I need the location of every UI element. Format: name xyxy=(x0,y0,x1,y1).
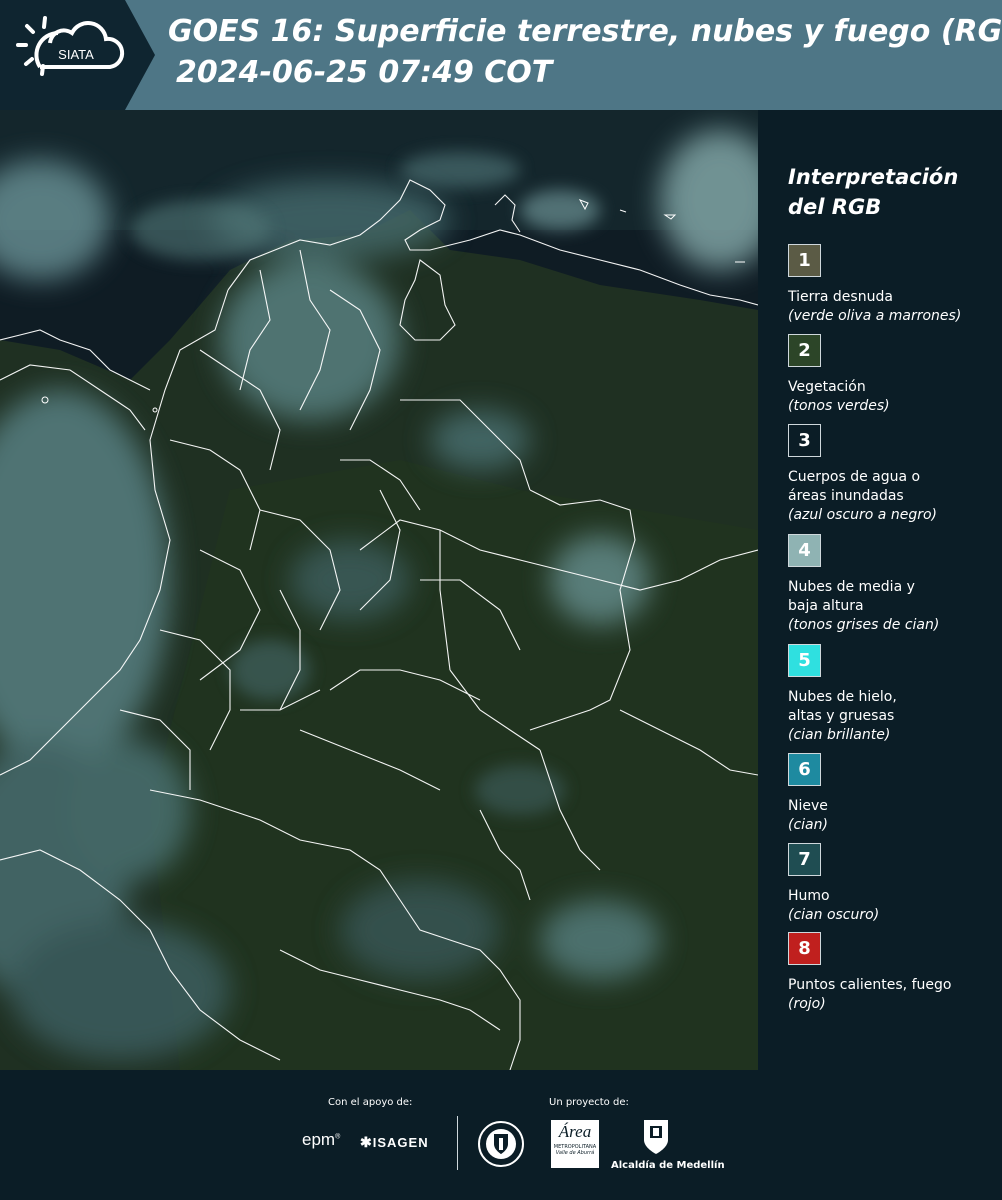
legend-item-6: 6 Nieve (cian) xyxy=(788,753,998,835)
epm-logo: epm® xyxy=(302,1130,341,1149)
legend-label: Nieve xyxy=(788,798,828,814)
legend-label: Nubes de hielo, altas y gruesas xyxy=(788,689,897,724)
alcaldia-shield-icon xyxy=(642,1118,670,1160)
isagen-star-icon: ✱ xyxy=(360,1134,373,1150)
legend-swatch: 7 xyxy=(788,843,821,876)
legend-label: Humo xyxy=(788,888,830,904)
legend-description: (azul oscuro a negro) xyxy=(788,507,937,523)
legend-swatch: 5 xyxy=(788,644,821,677)
legend-description: (tonos verdes) xyxy=(788,398,890,414)
project-label: Un proyecto de: xyxy=(549,1097,629,1108)
satellite-map[interactable] xyxy=(0,110,758,1070)
legend-swatch: 2 xyxy=(788,334,821,367)
isagen-logo: ✱ISAGEN xyxy=(360,1134,429,1150)
legend-description: (rojo) xyxy=(788,996,826,1012)
divider xyxy=(457,1116,458,1170)
page-title: GOES 16: Superficie terrestre, nubes y f… xyxy=(168,14,1002,49)
legend-label: Puntos calientes, fuego xyxy=(788,977,952,993)
legend-item-3: 3 Cuerpos de agua o áreas inundadas (azu… xyxy=(788,424,998,525)
legend-item-5: 5 Nubes de hielo, altas y gruesas (cian … xyxy=(788,644,998,745)
support-label: Con el apoyo de: xyxy=(328,1097,413,1108)
header-bar: SIATA GOES 16: Superficie terrestre, nub… xyxy=(0,0,1002,110)
timestamp: 2024-06-25 07:49 COT xyxy=(176,55,553,90)
logo-text: SIATA xyxy=(58,47,94,62)
legend-description: (verde oliva a marrones) xyxy=(788,308,962,324)
legend-label: Vegetación xyxy=(788,379,866,395)
legend-swatch: 6 xyxy=(788,753,821,786)
footer: Con el apoyo de: Un proyecto de: epm® ✱I… xyxy=(0,1070,1002,1200)
legend-swatch: 1 xyxy=(788,244,821,277)
legend-description: (cian) xyxy=(788,817,828,833)
area-metropolitana-logo: Área METROPOLITANA Valle de Aburrá xyxy=(551,1120,599,1168)
university-seal-logo xyxy=(477,1120,525,1172)
legend-item-7: 7 Humo (cian oscuro) xyxy=(788,843,998,925)
legend-swatch: 8 xyxy=(788,932,821,965)
legend-description: (cian brillante) xyxy=(788,727,891,743)
alcaldia-label: Alcaldía de Medellín xyxy=(611,1160,725,1171)
legend-item-4: 4 Nubes de media y baja altura (tonos gr… xyxy=(788,534,998,635)
legend-label: Cuerpos de agua o áreas inundadas xyxy=(788,469,921,504)
legend-label: Nubes de media y baja altura xyxy=(788,579,915,614)
siata-logo: SIATA xyxy=(0,0,155,110)
legend-panel: Interpretación del RGB 1 Tierra desnuda … xyxy=(758,110,1002,1070)
legend-swatch: 3 xyxy=(788,424,821,457)
legend-item-1: 1 Tierra desnuda (verde oliva a marrones… xyxy=(788,244,998,326)
legend-label: Tierra desnuda xyxy=(788,289,893,305)
legend-item-8: 8 Puntos calientes, fuego (rojo) xyxy=(788,932,998,1014)
legend-title: Interpretación del RGB xyxy=(788,165,959,219)
legend-item-2: 2 Vegetación (tonos verdes) xyxy=(788,334,998,416)
legend-swatch: 4 xyxy=(788,534,821,567)
legend-description: (tonos grises de cian) xyxy=(788,617,940,633)
legend-description: (cian oscuro) xyxy=(788,907,880,923)
